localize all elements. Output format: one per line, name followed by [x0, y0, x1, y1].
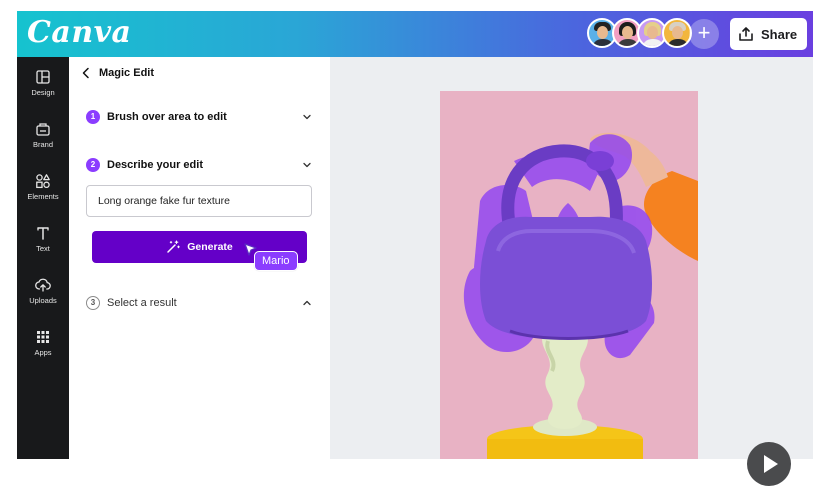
share-label: Share [761, 26, 798, 42]
rail-item-design[interactable]: Design [17, 69, 69, 113]
step-number: 2 [86, 158, 100, 172]
chevron-up-icon [303, 300, 311, 306]
collaborator-cursor-label: Mario [254, 251, 298, 271]
back-chevron-icon[interactable] [81, 67, 91, 79]
panel-header: Magic Edit [81, 67, 154, 79]
rail-label: Design [31, 88, 55, 97]
rail-item-elements[interactable]: Elements [17, 173, 69, 217]
magic-wand-icon [167, 240, 181, 253]
step-select-result[interactable]: 3 Select a result [86, 293, 312, 313]
generate-label: Generate [187, 241, 233, 253]
rail-label: Apps [34, 348, 52, 357]
step-brush[interactable]: 1 Brush over area to edit [86, 107, 312, 127]
text-icon [37, 227, 49, 240]
elements-icon [36, 174, 50, 189]
design-artboard[interactable] [440, 91, 698, 459]
share-button[interactable]: Share [730, 18, 807, 50]
rail-item-uploads[interactable]: Uploads [17, 277, 69, 321]
layout-icon [36, 70, 50, 84]
magic-edit-panel: Magic Edit 1 Brush over area to edit 2 D… [69, 57, 330, 459]
rail-item-text[interactable]: Text [17, 225, 69, 269]
rail-label: Uploads [29, 296, 57, 305]
chevron-down-icon [303, 114, 311, 120]
step-label: Describe your edit [107, 159, 203, 171]
step-label: Select a result [107, 297, 177, 309]
brand-icon [36, 123, 50, 136]
top-bar: Canva + Share [17, 11, 813, 57]
panel-title: Magic Edit [99, 67, 155, 79]
editor-canvas [330, 57, 813, 459]
chevron-down-icon [303, 162, 311, 168]
step-describe[interactable]: 2 Describe your edit [86, 155, 312, 175]
product-photo [463, 132, 698, 459]
apps-icon [37, 331, 49, 343]
step-label: Brush over area to edit [107, 111, 227, 123]
edit-prompt-input[interactable] [86, 185, 312, 217]
rail-item-apps[interactable]: Apps [17, 329, 69, 373]
canva-logo[interactable]: Canva [27, 15, 132, 50]
add-collaborator-button[interactable]: + [689, 19, 719, 49]
canva-app: Canva + Share Design Brand Elements Text… [17, 11, 813, 459]
rail-label: Text [36, 244, 50, 253]
step-number: 1 [86, 110, 100, 124]
rail-label: Elements [27, 192, 59, 201]
avatar-4[interactable] [662, 18, 692, 48]
play-icon [764, 455, 778, 473]
share-icon [739, 27, 753, 41]
play-video-button[interactable] [747, 442, 791, 486]
side-rail: Design Brand Elements Text Uploads Apps [17, 57, 69, 459]
rail-item-brand[interactable]: Brand [17, 121, 69, 165]
step-number: 3 [86, 296, 100, 310]
rail-label: Brand [32, 140, 53, 149]
upload-icon [35, 278, 51, 292]
